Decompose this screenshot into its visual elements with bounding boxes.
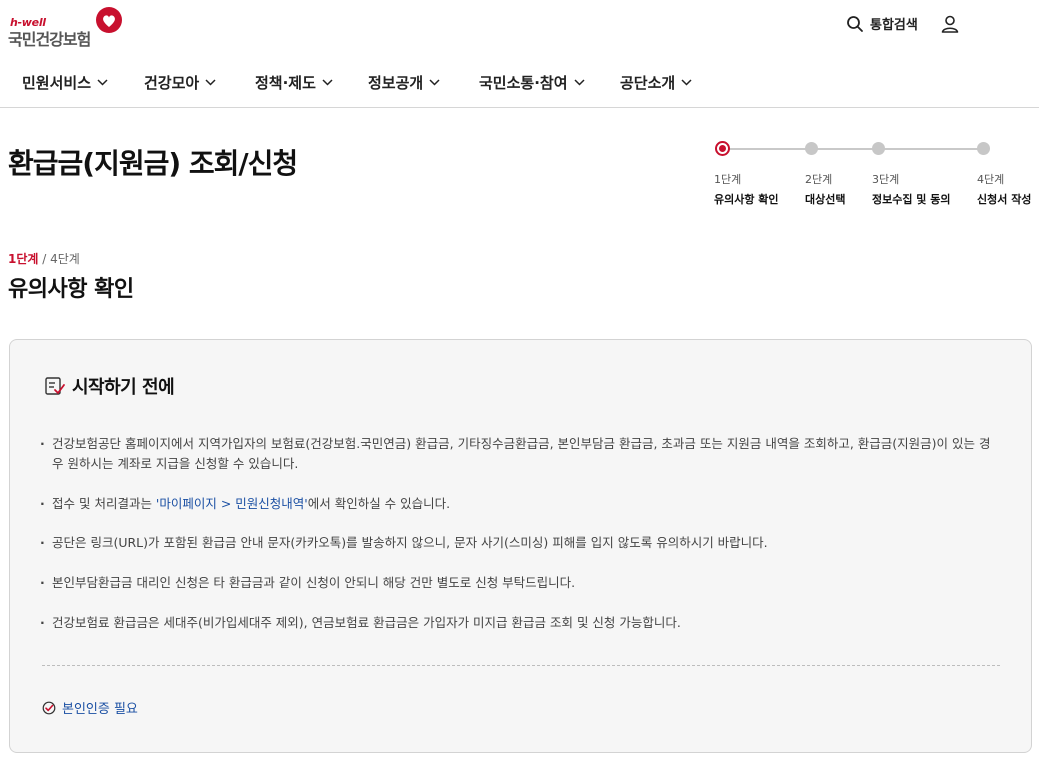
current-step: 1단계 (8, 252, 39, 266)
notice-item: 본인부담환급금 대리인 신청은 타 환급금과 같이 신청이 안되니 해당 건만 … (40, 573, 1000, 593)
nav-item-info-disclosure[interactable]: 정보공개 (368, 72, 440, 93)
nav-item-label: 민원서비스 (22, 74, 92, 92)
integrated-search-label: 통합검색 (870, 18, 918, 33)
nav-item-label: 공단소개 (620, 74, 676, 92)
chevron-down-icon (681, 79, 692, 86)
nav-item-communication[interactable]: 국민소통·참여 (479, 72, 585, 93)
notice-item: 건강보험공단 홈페이지에서 지역가입자의 보험료(건강보험.국민연금) 환급금,… (40, 434, 1000, 474)
chevron-down-icon (97, 79, 108, 86)
box-heading: 시작하기 전에 (44, 373, 175, 399)
step-2-name: 대상선택 (805, 193, 846, 206)
chevron-down-icon (429, 79, 440, 86)
before-start-box: 시작하기 전에 건강보험공단 홈페이지에서 지역가입자의 보험료(건강보험.국민… (9, 339, 1032, 753)
chevron-down-icon (205, 79, 216, 86)
mypage-link[interactable]: '마이페이지 > 민원신청내역' (156, 496, 308, 511)
notice-text: 접수 및 처리결과는 (52, 496, 156, 511)
identity-verification-link[interactable]: 본인인증 필요 (42, 698, 138, 717)
divider (42, 665, 1000, 666)
nav-item-about[interactable]: 공단소개 (620, 72, 692, 93)
nav-item-label: 정보공개 (368, 74, 424, 92)
nav-item-health-moa[interactable]: 건강모아 (144, 72, 216, 93)
notice-item: 건강보험료 환급금은 세대주(비가입세대주 제외), 연금보험료 환급금은 가입… (40, 613, 1000, 633)
step-dot-1-active (715, 141, 730, 156)
identity-verification-label: 본인인증 필요 (62, 702, 138, 717)
progress-stepper: 1단계 유의사항 확인 2단계 대상선택 3단계 정보수집 및 동의 4단계 신… (700, 138, 1039, 218)
step-indicator: 1단계 / 4단계 (8, 250, 80, 267)
nav-item-label: 국민소통·참여 (479, 74, 568, 92)
step-4-number: 4단계 (977, 173, 1005, 186)
notice-item: 공단은 링크(URL)가 포함된 환급금 안내 문자(카카오톡)를 발송하지 않… (40, 533, 1000, 553)
integrated-search-button[interactable]: 통합검색 (846, 14, 918, 33)
step-dot-4 (977, 142, 990, 155)
chevron-down-icon (322, 79, 333, 86)
heart-logo-icon (96, 7, 122, 33)
step-3-number: 3단계 (872, 173, 900, 186)
stepper-line (722, 148, 985, 150)
user-icon[interactable] (940, 14, 960, 34)
step-1-name: 유의사항 확인 (714, 193, 779, 206)
step-4-name: 신청서 작성 (977, 193, 1032, 206)
total-step: / 4단계 (38, 252, 80, 266)
nav-item-civil-service[interactable]: 민원서비스 (22, 72, 108, 93)
step-3-name: 정보수집 및 동의 (872, 193, 951, 206)
site-logo[interactable]: h-well 국민건강보험 (8, 6, 128, 50)
notice-text: 에서 확인하실 수 있습니다. (307, 496, 451, 511)
nav-item-label: 건강모아 (144, 74, 200, 92)
chevron-down-icon (573, 79, 585, 86)
step-1-number: 1단계 (714, 173, 742, 186)
site-header: h-well 국민건강보험 통합검색 (0, 0, 1039, 58)
step-2-number: 2단계 (805, 173, 833, 186)
check-circle-icon (42, 701, 56, 714)
section-title: 유의사항 확인 (8, 277, 134, 302)
step-dot-2 (805, 142, 818, 155)
nav-item-label: 정책·제도 (255, 74, 316, 92)
logo-main-text: 국민건강보험 (8, 30, 91, 49)
step-dot-3 (872, 142, 885, 155)
global-nav: 민원서비스 건강모아 정책·제도 정보공개 국민소통·참여 공단소개 (0, 58, 1039, 108)
checklist-icon (45, 377, 65, 395)
notice-item: 접수 및 처리결과는 '마이페이지 > 민원신청내역'에서 확인하실 수 있습니… (40, 494, 1000, 514)
search-icon (847, 15, 863, 32)
nav-item-policy[interactable]: 정책·제도 (255, 72, 333, 93)
page-title: 환급금(지원금) 조회/신청 (8, 147, 298, 180)
box-title: 시작하기 전에 (72, 377, 175, 398)
